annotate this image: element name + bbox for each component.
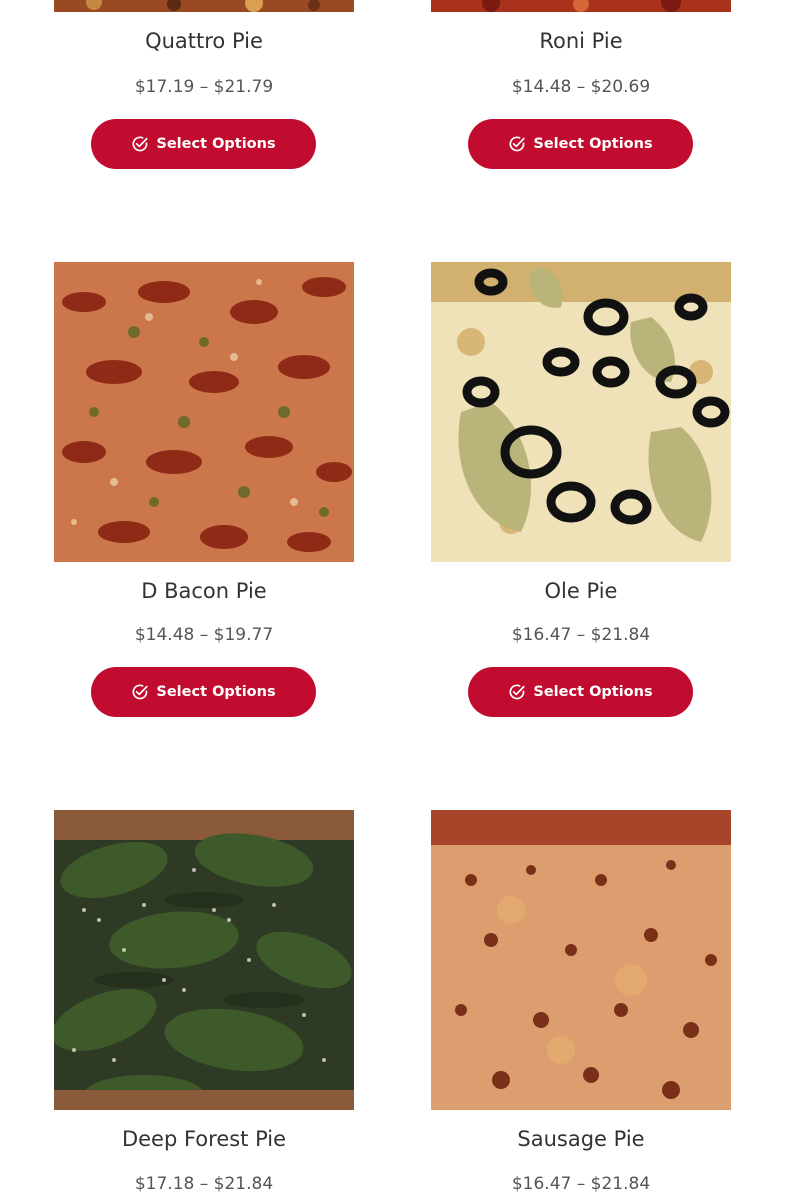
check-circle-icon	[131, 135, 149, 153]
product-grid: Quattro Pie $17.19 – $21.79 Select Optio…	[0, 0, 785, 1197]
pizza-olive-artichoke-photo	[431, 262, 731, 562]
select-options-label: Select Options	[533, 136, 653, 152]
select-options-label: Select Options	[533, 684, 653, 700]
product-image[interactable]	[54, 810, 354, 1110]
select-options-button[interactable]: Select Options	[91, 667, 316, 717]
check-circle-icon	[508, 135, 526, 153]
product-price: $17.19 – $21.79	[134, 77, 274, 97]
pizza-sausage-photo	[431, 810, 731, 1110]
product-price: $16.47 – $21.84	[511, 1174, 651, 1194]
product-price: $17.18 – $21.84	[134, 1174, 274, 1194]
pizza-quattro-photo	[54, 0, 354, 12]
select-options-label: Select Options	[156, 684, 276, 700]
product-card: Deep Forest Pie $17.18 – $21.84	[54, 810, 354, 1194]
pizza-roni-photo	[431, 0, 731, 12]
select-options-button[interactable]: Select Options	[468, 667, 693, 717]
select-options-button[interactable]: Select Options	[91, 119, 316, 169]
product-image[interactable]	[431, 262, 731, 562]
pizza-bacon-photo	[54, 262, 354, 562]
pizza-spinach-photo	[54, 810, 354, 1110]
product-card: Sausage Pie $16.47 – $21.84	[431, 810, 731, 1194]
check-circle-icon	[131, 683, 149, 701]
product-card: D Bacon Pie $14.48 – $19.77 Select Optio…	[54, 262, 354, 717]
product-title[interactable]: Ole Pie	[431, 577, 731, 605]
product-image[interactable]	[54, 0, 354, 12]
check-circle-icon	[508, 683, 526, 701]
product-title[interactable]: Quattro Pie	[54, 27, 354, 55]
product-image[interactable]	[431, 810, 731, 1110]
product-price: $14.48 – $19.77	[134, 625, 274, 645]
product-price: $14.48 – $20.69	[511, 77, 651, 97]
product-card: Ole Pie $16.47 – $21.84 Select Options	[431, 262, 731, 717]
product-title[interactable]: Roni Pie	[431, 27, 731, 55]
product-title[interactable]: Deep Forest Pie	[54, 1125, 354, 1153]
product-title[interactable]: Sausage Pie	[431, 1125, 731, 1153]
product-image[interactable]	[431, 0, 731, 12]
select-options-label: Select Options	[156, 136, 276, 152]
select-options-button[interactable]: Select Options	[468, 119, 693, 169]
product-card: Quattro Pie $17.19 – $21.79 Select Optio…	[54, 0, 354, 169]
product-card: Roni Pie $14.48 – $20.69 Select Options	[431, 0, 731, 169]
product-title[interactable]: D Bacon Pie	[54, 577, 354, 605]
product-price: $16.47 – $21.84	[511, 625, 651, 645]
product-image[interactable]	[54, 262, 354, 562]
